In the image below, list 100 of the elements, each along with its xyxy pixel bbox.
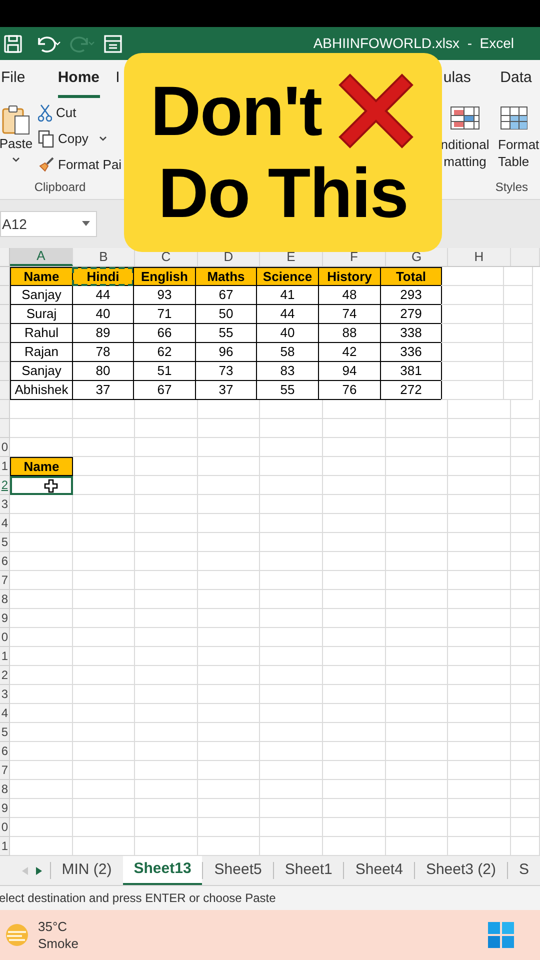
windows-start-icon[interactable] [488, 922, 514, 948]
empty-cell[interactable] [135, 704, 198, 723]
empty-cell[interactable] [511, 628, 540, 647]
row-header[interactable]: 9 [0, 609, 10, 628]
empty-cell[interactable] [135, 761, 198, 780]
row-header[interactable] [0, 419, 10, 438]
empty-cell[interactable] [260, 552, 323, 571]
empty-cell[interactable] [260, 628, 323, 647]
empty-cell[interactable] [448, 780, 511, 799]
empty-cell[interactable] [135, 495, 198, 514]
empty-cell[interactable] [198, 609, 260, 628]
empty-cell[interactable] [511, 400, 540, 419]
empty-cell[interactable] [135, 514, 198, 533]
empty-cell[interactable] [135, 685, 198, 704]
empty-cell[interactable] [448, 438, 511, 457]
empty-cell[interactable] [260, 590, 323, 609]
empty-cell[interactable] [73, 628, 135, 647]
row-header[interactable] [0, 381, 10, 400]
empty-cell[interactable] [73, 647, 135, 666]
row-header[interactable]: 6 [0, 742, 10, 761]
sheet-tab[interactable]: Sheet13 [122, 856, 202, 885]
empty-cell[interactable] [260, 514, 323, 533]
empty-cell[interactable] [441, 305, 504, 324]
row-header[interactable] [0, 362, 10, 381]
empty-cell[interactable] [260, 647, 323, 666]
empty-cell[interactable] [386, 742, 448, 761]
empty-cell[interactable] [511, 514, 540, 533]
empty-cell[interactable] [386, 799, 448, 818]
empty-cell[interactable] [323, 818, 386, 837]
sheet-tab[interactable]: Sheet3 (2) [414, 862, 507, 879]
row-header[interactable]: 5 [0, 533, 10, 552]
empty-cell[interactable] [135, 742, 198, 761]
empty-cell[interactable] [511, 818, 540, 837]
empty-cell[interactable] [386, 628, 448, 647]
empty-cell[interactable] [448, 457, 511, 476]
empty-cell[interactable] [73, 438, 135, 457]
empty-cell[interactable] [511, 647, 540, 666]
row-header[interactable]: 4 [0, 514, 10, 533]
empty-cell[interactable] [441, 324, 504, 343]
row-header[interactable]: 3 [0, 685, 10, 704]
sheet-tab[interactable]: Sheet1 [272, 862, 344, 879]
empty-cell[interactable] [504, 286, 533, 305]
empty-cell[interactable] [73, 761, 135, 780]
empty-cell[interactable] [448, 742, 511, 761]
name-box[interactable]: A12 [0, 211, 97, 237]
row-header[interactable] [0, 400, 10, 419]
empty-cell[interactable] [448, 609, 511, 628]
sheet-tab[interactable]: S [506, 862, 540, 879]
row-header[interactable]: 2 [0, 476, 10, 495]
row-header[interactable]: 8 [0, 590, 10, 609]
empty-cell[interactable] [323, 571, 386, 590]
sheet-tab[interactable]: Sheet4 [343, 862, 414, 879]
copy-icon[interactable] [38, 130, 54, 148]
empty-cell[interactable] [448, 533, 511, 552]
empty-cell[interactable] [135, 533, 198, 552]
empty-cell[interactable] [511, 438, 540, 457]
empty-cell[interactable] [323, 476, 386, 495]
empty-cell[interactable] [386, 704, 448, 723]
empty-cell[interactable] [504, 324, 533, 343]
empty-cell[interactable] [511, 609, 540, 628]
empty-cell[interactable] [135, 552, 198, 571]
undo-icon[interactable] [35, 34, 61, 54]
empty-cell[interactable] [73, 476, 135, 495]
empty-cell[interactable] [323, 742, 386, 761]
empty-cell[interactable] [260, 818, 323, 837]
empty-cell[interactable] [323, 799, 386, 818]
empty-cell[interactable] [135, 457, 198, 476]
empty-cell[interactable] [73, 799, 135, 818]
empty-cell[interactable] [73, 552, 135, 571]
empty-cell[interactable] [198, 590, 260, 609]
row-header[interactable]: 0 [0, 628, 10, 647]
empty-cell[interactable] [260, 400, 323, 419]
empty-cell[interactable] [135, 590, 198, 609]
empty-cell[interactable] [448, 590, 511, 609]
empty-cell[interactable] [441, 286, 504, 305]
empty-cell[interactable] [135, 609, 198, 628]
empty-cell[interactable] [448, 704, 511, 723]
row-header[interactable]: 7 [0, 761, 10, 780]
empty-cell[interactable] [448, 419, 511, 438]
previous-sheet-icon[interactable] [22, 866, 28, 874]
empty-cell[interactable] [386, 761, 448, 780]
empty-cell[interactable] [135, 666, 198, 685]
empty-cell[interactable] [448, 476, 511, 495]
empty-cell[interactable] [448, 685, 511, 704]
empty-cell[interactable] [441, 381, 504, 400]
empty-cell[interactable] [73, 514, 135, 533]
empty-cell[interactable] [504, 343, 533, 362]
selected-cell[interactable] [10, 476, 73, 495]
empty-cell[interactable] [511, 552, 540, 571]
empty-cell[interactable] [198, 400, 260, 419]
empty-cell[interactable] [198, 647, 260, 666]
format-painter-label[interactable]: Format Pai [58, 155, 122, 175]
empty-cell[interactable] [386, 780, 448, 799]
brush-icon[interactable] [38, 157, 54, 173]
empty-cell[interactable] [73, 818, 135, 837]
empty-cell[interactable] [198, 799, 260, 818]
empty-cell[interactable] [323, 628, 386, 647]
empty-cell[interactable] [441, 362, 504, 381]
empty-cell[interactable] [386, 552, 448, 571]
empty-cell[interactable] [260, 495, 323, 514]
